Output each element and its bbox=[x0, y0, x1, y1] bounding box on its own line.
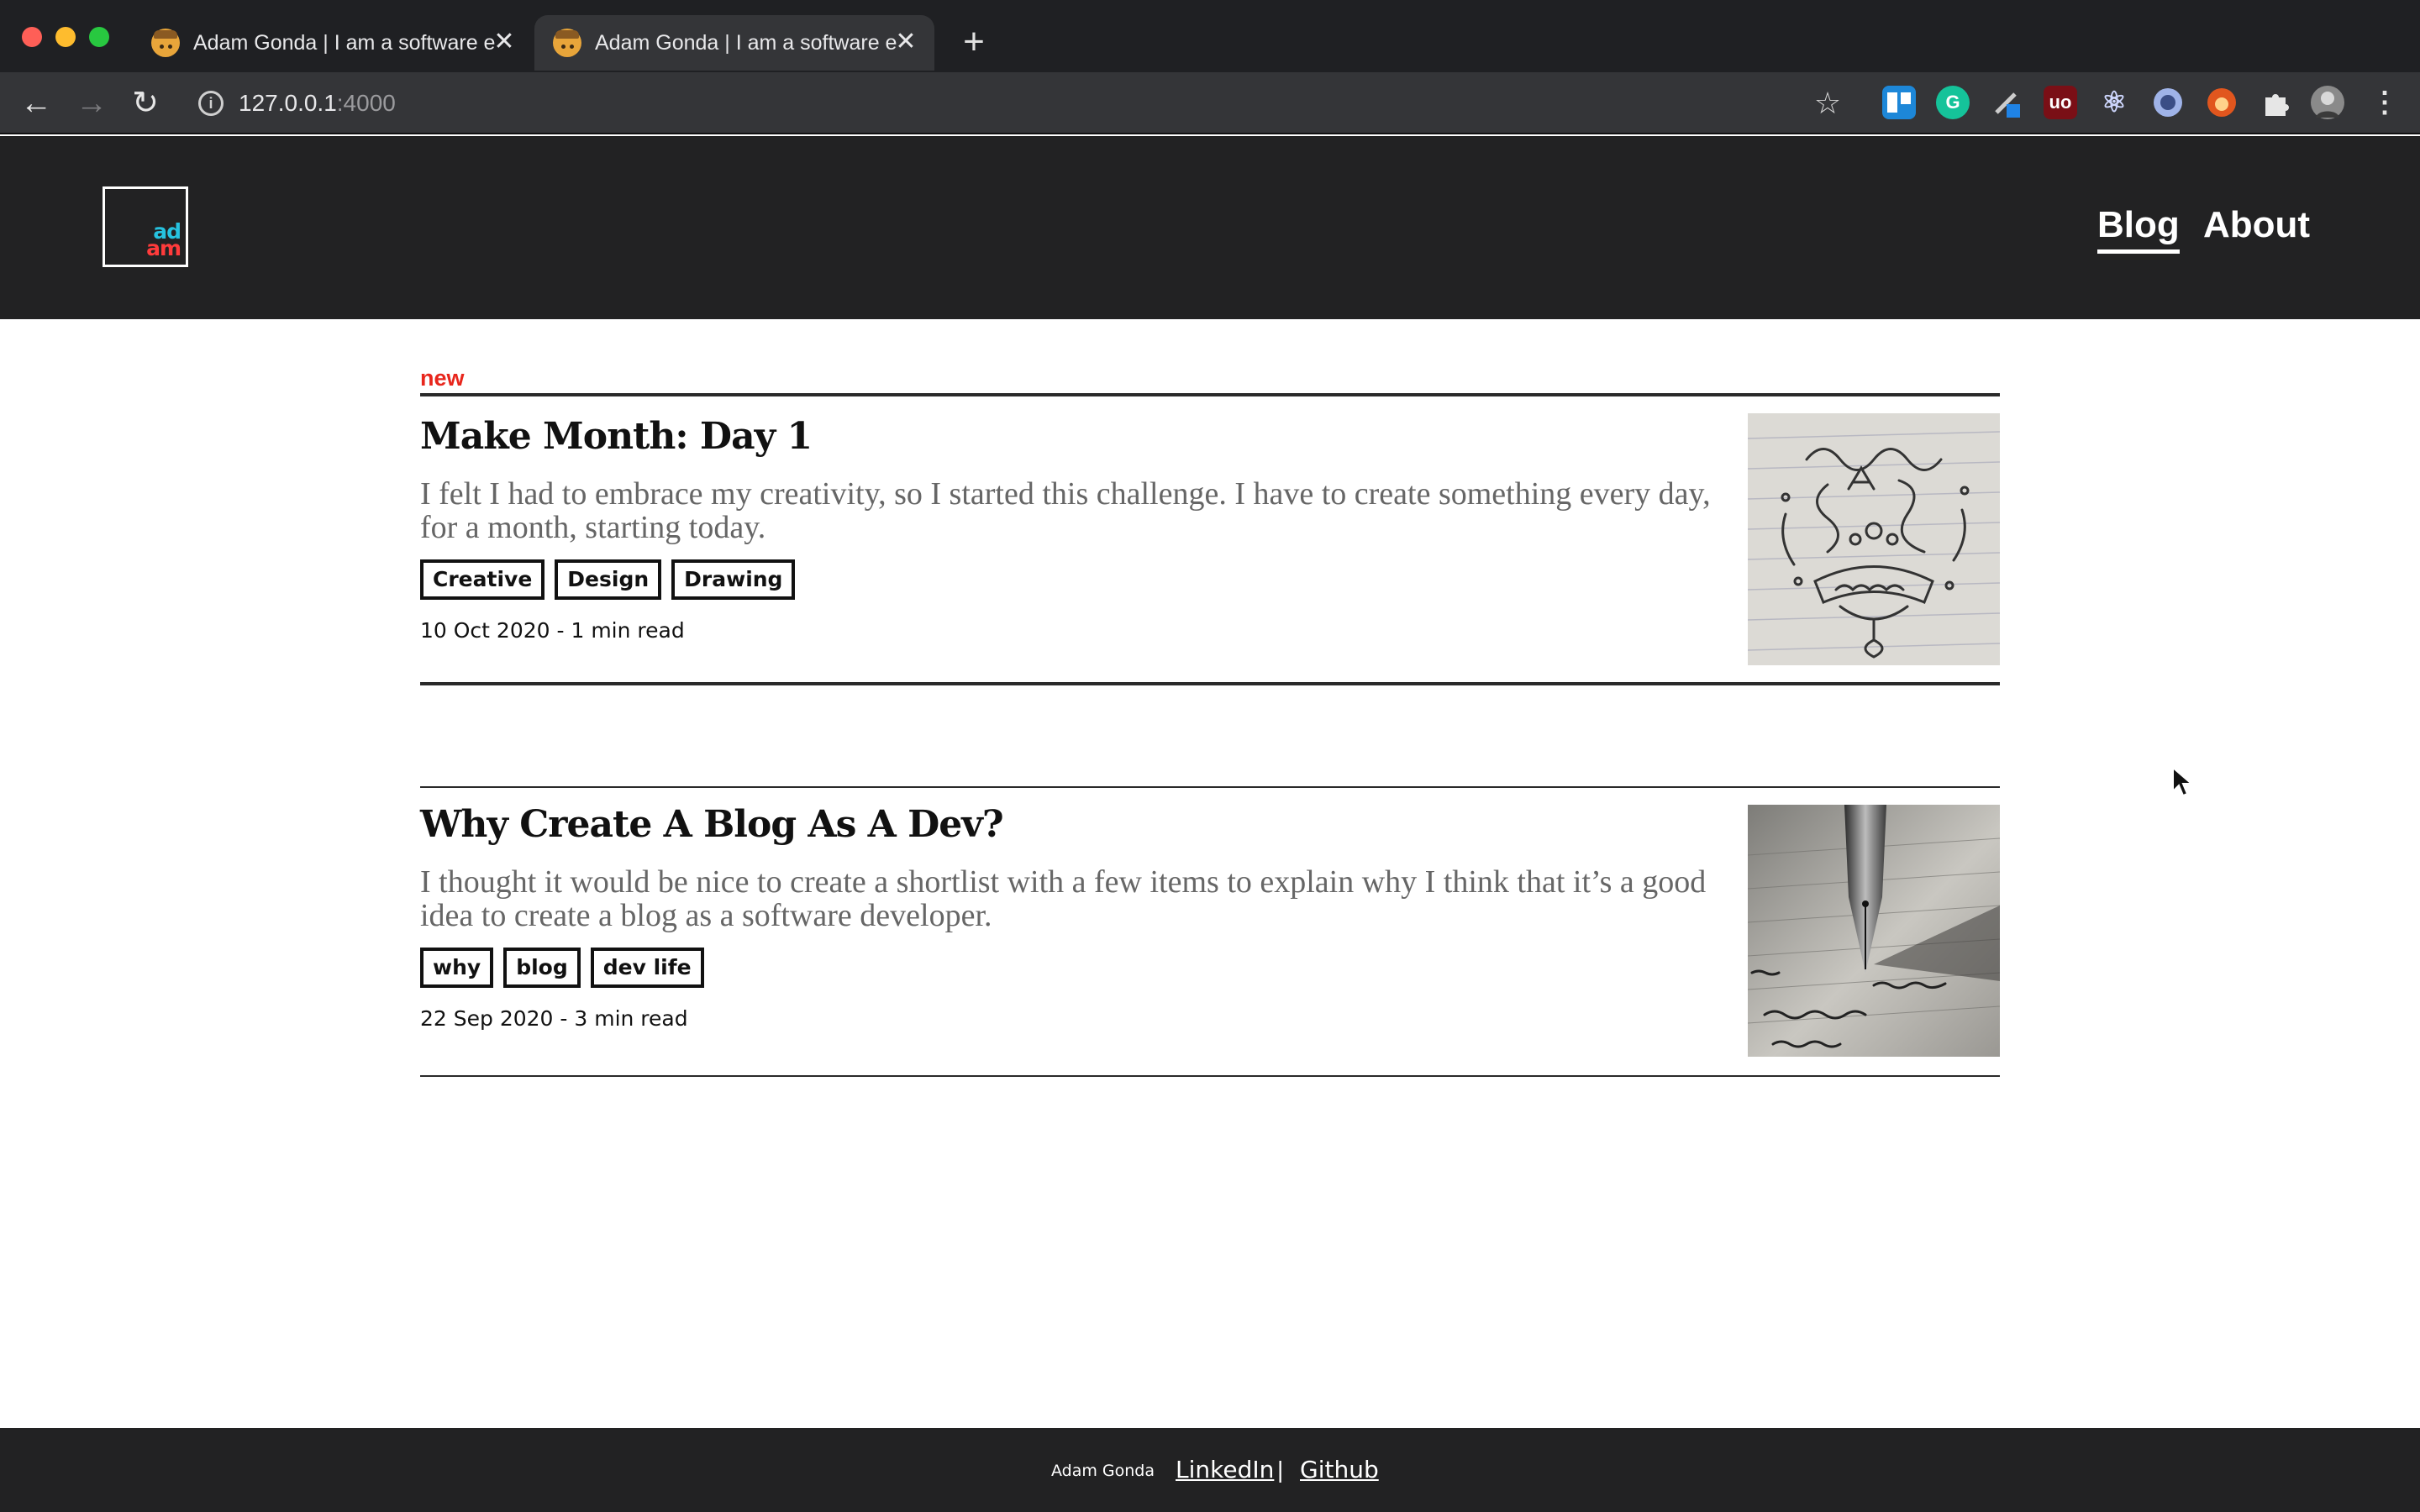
tag-chip[interactable]: Design bbox=[555, 559, 662, 600]
footer-linkedin-link[interactable]: LinkedIn bbox=[1176, 1453, 1274, 1487]
post-tags: Creative Design Drawing bbox=[420, 559, 796, 600]
cowboy-favicon-icon bbox=[553, 29, 581, 57]
tag-chip[interactable]: Creative bbox=[420, 559, 545, 600]
close-window-button[interactable] bbox=[22, 27, 42, 47]
post-title[interactable]: Make Month: Day 1 bbox=[420, 413, 813, 460]
new-badge: new bbox=[420, 365, 465, 391]
footer-separator: | bbox=[1277, 1457, 1284, 1483]
puzzle-icon[interactable] bbox=[2259, 86, 2292, 119]
ublock-icon[interactable]: uo bbox=[2044, 86, 2077, 119]
tab-close-icon[interactable]: ✕ bbox=[489, 27, 519, 57]
tag-chip[interactable]: why bbox=[420, 948, 494, 988]
post-tags: why blog dev life bbox=[420, 948, 704, 988]
post-title[interactable]: Why Create A Blog As A Dev? bbox=[420, 801, 1004, 848]
browser-tab-1[interactable]: Adam Gonda | I am a software engineer ✕ bbox=[133, 15, 533, 71]
post-card[interactable]: Why Create A Blog As A Dev? I thought it… bbox=[420, 786, 2000, 1077]
browser-menu-kebab-icon[interactable]: ⋮ bbox=[2368, 86, 2402, 119]
1password-icon[interactable] bbox=[2151, 86, 2185, 119]
bookmark-star-icon[interactable]: ☆ bbox=[1810, 86, 1845, 121]
browser-tab-bar: Adam Gonda | I am a software engineer ✕ … bbox=[0, 0, 2420, 72]
maximize-window-button[interactable] bbox=[89, 27, 109, 47]
site-header: ad am Blog About bbox=[0, 136, 2420, 319]
browser-tab-2-active[interactable]: Adam Gonda | I am a software engineer ✕ bbox=[534, 15, 934, 71]
fountain-pen-image[interactable] bbox=[1748, 805, 2000, 1057]
post-description: I felt I had to embrace my creativity, s… bbox=[420, 476, 1711, 545]
grammarly-icon[interactable]: G bbox=[1936, 86, 1970, 119]
fox-icon[interactable] bbox=[2205, 86, 2238, 119]
doodle-sketch-image[interactable] bbox=[1748, 413, 2000, 665]
tab-title: Adam Gonda | I am a software engineer bbox=[193, 31, 496, 55]
site-logo[interactable]: ad am bbox=[103, 186, 188, 267]
trello-icon[interactable] bbox=[1882, 86, 1916, 119]
url-host: 127.0.0.1 bbox=[239, 90, 337, 116]
nav-about-link[interactable]: About bbox=[2203, 202, 2310, 249]
tab-title: Adam Gonda | I am a software engineer bbox=[595, 31, 897, 55]
tag-chip[interactable]: blog bbox=[503, 948, 581, 988]
url-text[interactable]: 127.0.0.1:4000 bbox=[239, 88, 396, 118]
minimize-window-button[interactable] bbox=[55, 27, 76, 47]
post-date-readtime: 10 Oct 2020 - 1 min read bbox=[420, 618, 685, 643]
post-description: I thought it would be nice to create a s… bbox=[420, 864, 1707, 933]
nav-blog-link[interactable]: Blog bbox=[2097, 202, 2180, 254]
post-card[interactable]: Make Month: Day 1 I felt I had to embrac… bbox=[420, 393, 2000, 685]
url-port: :4000 bbox=[336, 90, 396, 116]
eyedropper-icon[interactable] bbox=[1990, 86, 2023, 119]
forward-arrow-icon[interactable]: → bbox=[71, 82, 113, 124]
cowboy-favicon-icon bbox=[151, 29, 180, 57]
mouse-cursor-icon bbox=[2172, 766, 2193, 797]
logo-text-am: am bbox=[146, 236, 182, 260]
tag-chip[interactable]: Drawing bbox=[671, 559, 796, 600]
post-date-readtime: 22 Sep 2020 - 3 min read bbox=[420, 1006, 688, 1031]
profile-avatar[interactable] bbox=[2311, 86, 2344, 119]
tab-close-icon[interactable]: ✕ bbox=[891, 27, 921, 57]
footer-github-link[interactable]: Github bbox=[1300, 1453, 1379, 1487]
site-info-icon[interactable]: i bbox=[198, 91, 224, 116]
site-footer: Adam Gonda LinkedIn | Github bbox=[0, 1428, 2420, 1512]
footer-author-name: Adam Gonda bbox=[1051, 1462, 1155, 1480]
reload-icon[interactable]: ↻ bbox=[124, 82, 166, 124]
tag-chip[interactable]: dev life bbox=[590, 948, 704, 988]
back-arrow-icon[interactable]: ← bbox=[15, 82, 57, 124]
address-bar[interactable]: i 127.0.0.1:4000 ☆ bbox=[182, 81, 1845, 126]
new-tab-plus-icon[interactable]: + bbox=[953, 22, 995, 64]
react-devtools-icon[interactable]: ⚛ bbox=[2097, 86, 2131, 119]
